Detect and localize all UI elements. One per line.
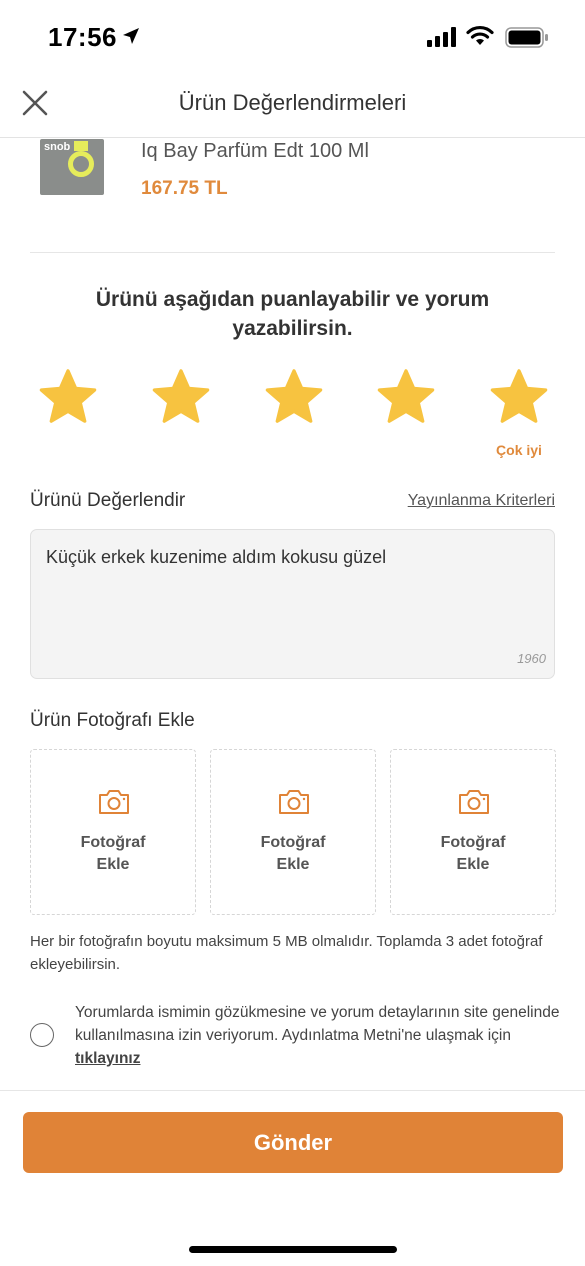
wifi-icon <box>466 25 494 45</box>
review-section-label: Ürünü Değerlendir <box>30 490 186 511</box>
star-3-icon[interactable] <box>262 366 326 430</box>
char-counter: 1960 <box>517 651 546 666</box>
add-photo-label: Fotoğraf <box>260 834 326 851</box>
product-name: Iq Bay Parfüm Edt 100 Ml <box>141 140 369 162</box>
product-summary: snob Iq Bay Parfüm Edt 100 Ml 167.75 TL <box>30 139 555 253</box>
product-image-brand: snob <box>44 141 71 153</box>
add-photo-button-3[interactable]: Fotoğraf Ekle <box>390 749 556 915</box>
star-1-icon[interactable] <box>36 366 100 430</box>
camera-icon <box>99 790 129 814</box>
add-photo-label: Ekle <box>96 856 130 873</box>
camera-icon <box>459 790 489 814</box>
signal-icon <box>427 27 456 47</box>
photo-section-label: Ürün Fotoğrafı Ekle <box>30 710 195 731</box>
header: Ürün Değerlendirmeleri <box>0 78 585 138</box>
publishing-criteria-link[interactable]: Yayınlanma Kriterleri <box>408 492 555 510</box>
add-photo-label: Fotoğraf <box>440 834 506 851</box>
rating-prompt: Ürünü aşağıdan puanlayabilir ve yorum ya… <box>95 288 490 340</box>
rating-label: Çok iyi <box>496 442 542 458</box>
add-photo-label: Ekle <box>456 856 490 873</box>
add-photo-button-1[interactable]: Fotoğraf Ekle <box>30 749 196 915</box>
footer-divider <box>0 1090 585 1091</box>
home-indicator <box>189 1246 397 1253</box>
consent-link[interactable]: tıklayınız <box>75 1050 140 1067</box>
consent-text: Yorumlarda ismimin gözükmesine ve yorum … <box>75 1001 560 1070</box>
review-textarea[interactable]: Küçük erkek kuzenime aldım kokusu güzel … <box>30 529 555 679</box>
consent-body: Yorumlarda ismimin gözükmesine ve yorum … <box>75 1004 560 1044</box>
battery-icon <box>505 27 548 48</box>
add-photo-label: Ekle <box>276 856 310 873</box>
add-photo-button-2[interactable]: Fotoğraf Ekle <box>210 749 376 915</box>
location-arrow-icon <box>123 28 139 44</box>
star-rating <box>0 366 585 436</box>
add-photo-label: Fotoğraf <box>80 834 146 851</box>
status-bar: 17:56 <box>0 0 585 78</box>
page-title: Ürün Değerlendirmeleri <box>178 90 407 115</box>
star-2-icon[interactable] <box>149 366 213 430</box>
review-text: Küçük erkek kuzenime aldım kokusu güzel <box>46 547 387 567</box>
star-5-icon[interactable] <box>487 366 551 430</box>
product-price: 167.75 TL <box>141 178 228 199</box>
consent-radio[interactable] <box>30 1023 54 1047</box>
photo-size-note: Her bir fotoğrafın boyutu maksimum 5 MB … <box>30 933 543 973</box>
camera-icon <box>279 790 309 814</box>
status-time: 17:56 <box>48 22 117 52</box>
star-4-icon[interactable] <box>374 366 438 430</box>
submit-button[interactable]: Gönder <box>23 1112 563 1173</box>
product-image: snob <box>40 139 104 195</box>
